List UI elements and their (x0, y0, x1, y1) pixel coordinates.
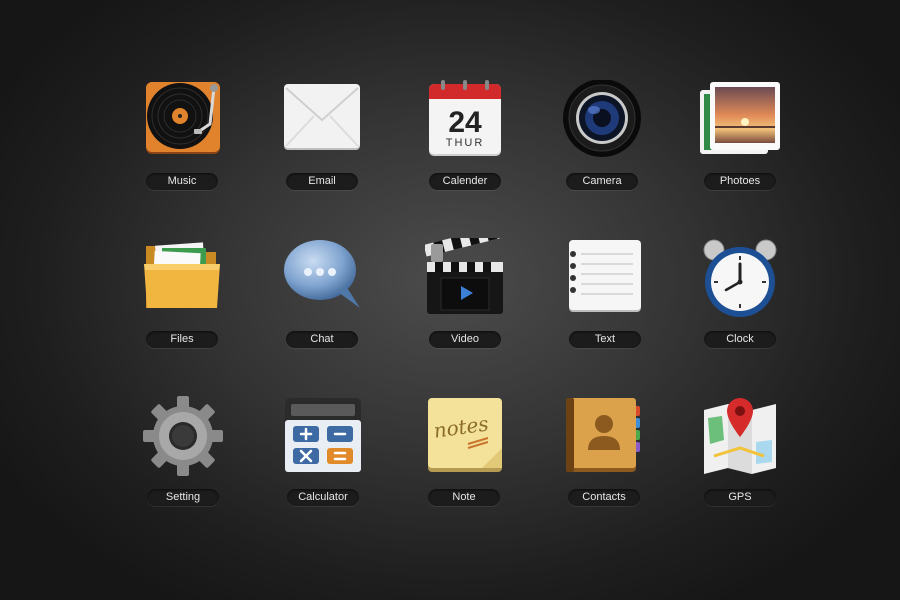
app-label: Calender (429, 173, 501, 190)
app-label: Chat (286, 331, 358, 348)
app-calculator[interactable]: Calculator (253, 396, 393, 526)
app-label: Files (146, 331, 218, 348)
notepad-icon[interactable] (565, 238, 645, 318)
app-label: Email (286, 173, 358, 190)
app-video[interactable]: Video (395, 238, 535, 368)
app-label: Video (429, 331, 501, 348)
app-label: Photoes (704, 173, 776, 190)
app-label: Setting (147, 489, 219, 506)
email-icon[interactable] (282, 80, 362, 160)
app-gps[interactable]: GPS (670, 396, 810, 526)
app-label: Note (428, 489, 500, 506)
app-label: Camera (566, 173, 638, 190)
app-note[interactable]: notes Note (394, 396, 534, 526)
calendar-date: 24 (448, 106, 482, 139)
app-label: Music (146, 173, 218, 190)
music-icon[interactable] (142, 80, 222, 160)
app-contacts[interactable]: Contacts (534, 396, 674, 526)
camera-icon[interactable] (562, 80, 642, 160)
app-chat[interactable]: Chat (252, 238, 392, 368)
clapperboard-icon[interactable] (425, 238, 505, 318)
sticky-note-icon[interactable]: notes (424, 396, 504, 476)
app-icon-grid: Music Email 24 THUR Calender Camera Phot… (0, 0, 900, 600)
app-music[interactable]: Music (112, 80, 252, 210)
app-clock[interactable]: Clock (670, 238, 810, 368)
calculator-icon[interactable] (283, 396, 363, 476)
photos-icon[interactable] (700, 80, 780, 160)
app-calendar[interactable]: 24 THUR Calender (395, 80, 535, 210)
chat-bubble-icon[interactable] (282, 238, 362, 318)
app-text[interactable]: Text (535, 238, 675, 368)
map-pin-icon[interactable] (700, 396, 780, 476)
app-label: Text (569, 331, 641, 348)
alarm-clock-icon[interactable] (700, 238, 780, 318)
app-label: GPS (704, 489, 776, 506)
app-setting[interactable]: Setting (113, 396, 253, 526)
calendar-icon[interactable]: 24 THUR (425, 80, 505, 160)
app-email[interactable]: Email (252, 80, 392, 210)
app-label: Contacts (568, 489, 640, 506)
app-files[interactable]: Files (112, 238, 252, 368)
gear-icon[interactable] (143, 396, 223, 476)
calendar-day: THUR (446, 137, 485, 149)
app-photos[interactable]: Photoes (670, 80, 810, 210)
folder-icon[interactable] (142, 238, 222, 318)
app-camera[interactable]: Camera (532, 80, 672, 210)
app-label: Clock (704, 331, 776, 348)
app-label: Calculator (287, 489, 359, 506)
address-book-icon[interactable] (564, 396, 644, 476)
